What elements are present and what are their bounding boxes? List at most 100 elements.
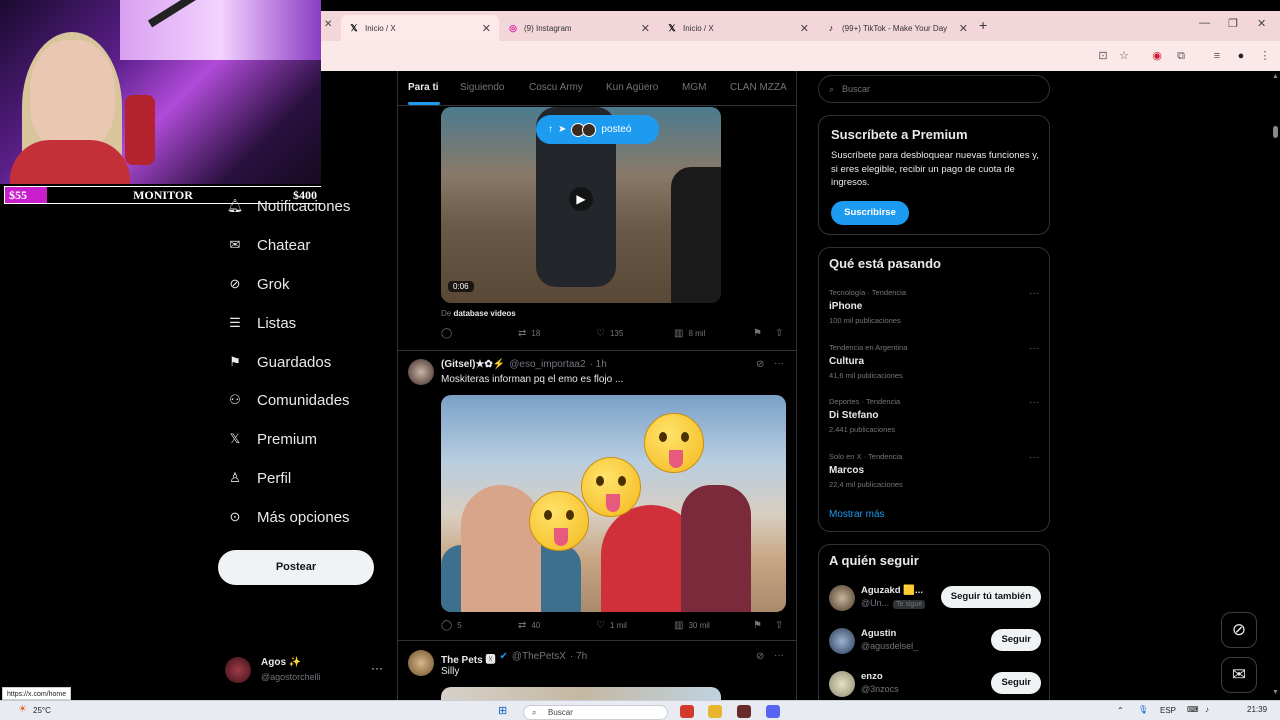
browser-tab[interactable]: ◎ (9) Instagram ✕	[500, 15, 658, 41]
more-icon[interactable]: ···	[1029, 288, 1039, 299]
close-icon[interactable]: ✕	[641, 22, 650, 35]
follow-suggestion[interactable]: Agustin @agusdelsel_ Seguir	[829, 626, 1041, 656]
search-input[interactable]: ⌕ Buscar	[818, 75, 1050, 103]
scrollbar[interactable]: ▲ ▼	[1270, 71, 1280, 700]
tweet-time[interactable]: · 7h	[570, 651, 587, 666]
author-name[interactable]: (Gitsel)★✿⚡	[441, 359, 505, 370]
more-icon[interactable]: ···	[774, 358, 784, 369]
tab-mgm[interactable]: MGM	[682, 82, 706, 93]
browser-tab[interactable]: 𝕏 Inicio / X ✕	[659, 15, 817, 41]
author-handle[interactable]: @eso_importaa2	[509, 359, 585, 370]
more-icon[interactable]: ···	[1029, 452, 1039, 463]
language-indicator[interactable]: ESP	[1160, 706, 1176, 715]
avatar[interactable]	[408, 359, 434, 385]
scroll-up-icon[interactable]: ▲	[1272, 73, 1279, 80]
tweet-image[interactable]	[441, 395, 786, 612]
grok-icon[interactable]: ⊘	[756, 651, 764, 662]
repost-button[interactable]: ⇄ 18	[518, 328, 540, 339]
browser-app-icon[interactable]	[680, 705, 694, 718]
more-icon[interactable]: ···	[371, 661, 383, 675]
app-icon[interactable]	[737, 705, 751, 718]
grok-icon[interactable]: ⊘	[756, 359, 764, 370]
play-icon[interactable]: ▶	[569, 187, 593, 211]
tab-close-icon[interactable]: ✕	[324, 19, 332, 30]
author-name[interactable]: The Pets 🆇	[441, 651, 495, 666]
minimize-icon[interactable]: —	[1199, 17, 1210, 29]
install-app-icon[interactable]: ⊡	[1096, 49, 1110, 63]
nav-item-chat[interactable]: ✉ Chatear	[227, 232, 311, 258]
extensions-icon[interactable]: ⧉	[1174, 49, 1188, 63]
repost-button[interactable]: ⇄ 40	[518, 620, 540, 631]
volume-icon[interactable]: ♪	[1205, 705, 1209, 714]
more-icon[interactable]: ···	[1029, 343, 1039, 354]
like-button[interactable]: ♡ 1 mil	[596, 620, 627, 631]
clock-time[interactable]: 21:39	[1247, 705, 1267, 714]
mic-icon[interactable]: 🎙︎	[1138, 705, 1148, 714]
bookmark-button[interactable]: ⚑	[753, 620, 762, 631]
discord-icon[interactable]	[766, 705, 780, 718]
account-switcher[interactable]: Agos ✨ @agostorchelli ···	[225, 655, 390, 685]
reply-button[interactable]: ◯ 5	[441, 620, 462, 631]
follow-suggestion[interactable]: enzo @3nzocs Seguir	[829, 669, 1041, 699]
trend-item[interactable]: Solo en X · Tendencia Marcos 22,4 mil pu…	[829, 452, 1039, 489]
messages-fab-icon[interactable]: ✉	[1221, 657, 1257, 693]
post-button[interactable]: Postear	[218, 550, 374, 585]
trend-item[interactable]: Tecnología · Tendencia iPhone 100 mil pu…	[829, 288, 1039, 325]
bookmark-star-icon[interactable]: ☆	[1117, 49, 1131, 63]
new-tab-button[interactable]: +	[979, 17, 987, 33]
follow-button[interactable]: Seguir	[991, 629, 1041, 651]
close-icon[interactable]: ✕	[959, 22, 968, 35]
weather-icon[interactable]: ☀	[18, 704, 27, 715]
bookmark-button[interactable]: ⚑	[753, 328, 762, 339]
tab-for-you[interactable]: Para ti	[408, 82, 439, 93]
tab-kun-aguero[interactable]: Kun Agüero	[606, 82, 658, 93]
profile-avatar-icon[interactable]: ●	[1234, 49, 1248, 63]
taskbar-search[interactable]: ⌕ Buscar	[523, 705, 668, 720]
close-icon[interactable]: ✕	[482, 22, 491, 35]
file-explorer-icon[interactable]	[708, 705, 722, 718]
scrollbar-thumb[interactable]	[1273, 126, 1278, 138]
tab-coscu-army[interactable]: Coscu Army	[529, 82, 583, 93]
nav-item-more[interactable]: ⊙ Más opciones	[227, 504, 350, 530]
follow-back-button[interactable]: Seguir tú también	[940, 586, 1041, 608]
close-icon[interactable]: ✕	[800, 22, 809, 35]
author-handle[interactable]: @ThePetsX	[512, 651, 566, 666]
show-more-link[interactable]: Mostrar más	[829, 509, 885, 520]
scroll-down-icon[interactable]: ▼	[1272, 689, 1279, 696]
nav-item-profile[interactable]: ♙ Perfil	[227, 465, 291, 491]
nav-item-grok[interactable]: ⊘ Grok	[227, 271, 290, 297]
reply-button[interactable]: ◯	[441, 328, 457, 339]
share-button[interactable]: ⇧	[775, 620, 783, 631]
tweet-time[interactable]: · 1h	[590, 359, 607, 370]
trend-item[interactable]: Deportes · Tendencia Di Stefano 2.441 pu…	[829, 397, 1039, 434]
chevron-up-icon[interactable]: ⌃	[1117, 706, 1124, 715]
window-close-icon[interactable]: ✕	[1257, 17, 1266, 30]
start-icon[interactable]: ⊞	[498, 704, 507, 717]
nav-item-premium[interactable]: 𝕏 Premium	[227, 426, 317, 452]
nav-item-lists[interactable]: ☰ Listas	[227, 310, 296, 336]
network-icon[interactable]: ⌨	[1187, 705, 1199, 714]
kebab-menu-icon[interactable]: ⋮	[1258, 49, 1272, 63]
share-button[interactable]: ⇧	[775, 328, 783, 339]
nav-item-communities[interactable]: ⚇ Comunidades	[227, 387, 349, 413]
subscribe-button[interactable]: Suscribirse	[831, 201, 909, 225]
restore-icon[interactable]: ❐	[1228, 17, 1238, 30]
new-posts-pill[interactable]: ↑ ➤ posteó	[536, 115, 659, 144]
more-icon[interactable]: ···	[1029, 397, 1039, 408]
opera-icon[interactable]: ◉	[1150, 49, 1164, 63]
browser-tab[interactable]: 𝕏 Inicio / X ✕	[341, 15, 499, 41]
source-link[interactable]: database videos	[453, 309, 515, 318]
media-icon[interactable]: ≡	[1210, 49, 1224, 63]
like-button[interactable]: ♡ 135	[596, 328, 623, 339]
browser-tab[interactable]: ♪ (99+) TikTok - Make Your Day ✕	[818, 15, 976, 41]
tweet-image[interactable]	[441, 687, 721, 700]
views-button[interactable]: ▥ 30 mil	[674, 620, 710, 631]
more-icon[interactable]: ···	[774, 650, 784, 661]
follow-button[interactable]: Seguir	[991, 672, 1041, 694]
tab-clan-mzza[interactable]: CLAN MZZA	[730, 82, 787, 93]
trend-item[interactable]: Tendencia en Argentina Cultura 41,6 mil …	[829, 343, 1039, 380]
nav-item-bookmarks[interactable]: ⚑ Guardados	[227, 349, 331, 375]
views-button[interactable]: ▥ 8 mil	[674, 328, 705, 339]
tab-following[interactable]: Siguiendo	[460, 82, 504, 93]
nav-item-notifications[interactable]: 🔔︎ Notificaciones	[227, 193, 351, 219]
